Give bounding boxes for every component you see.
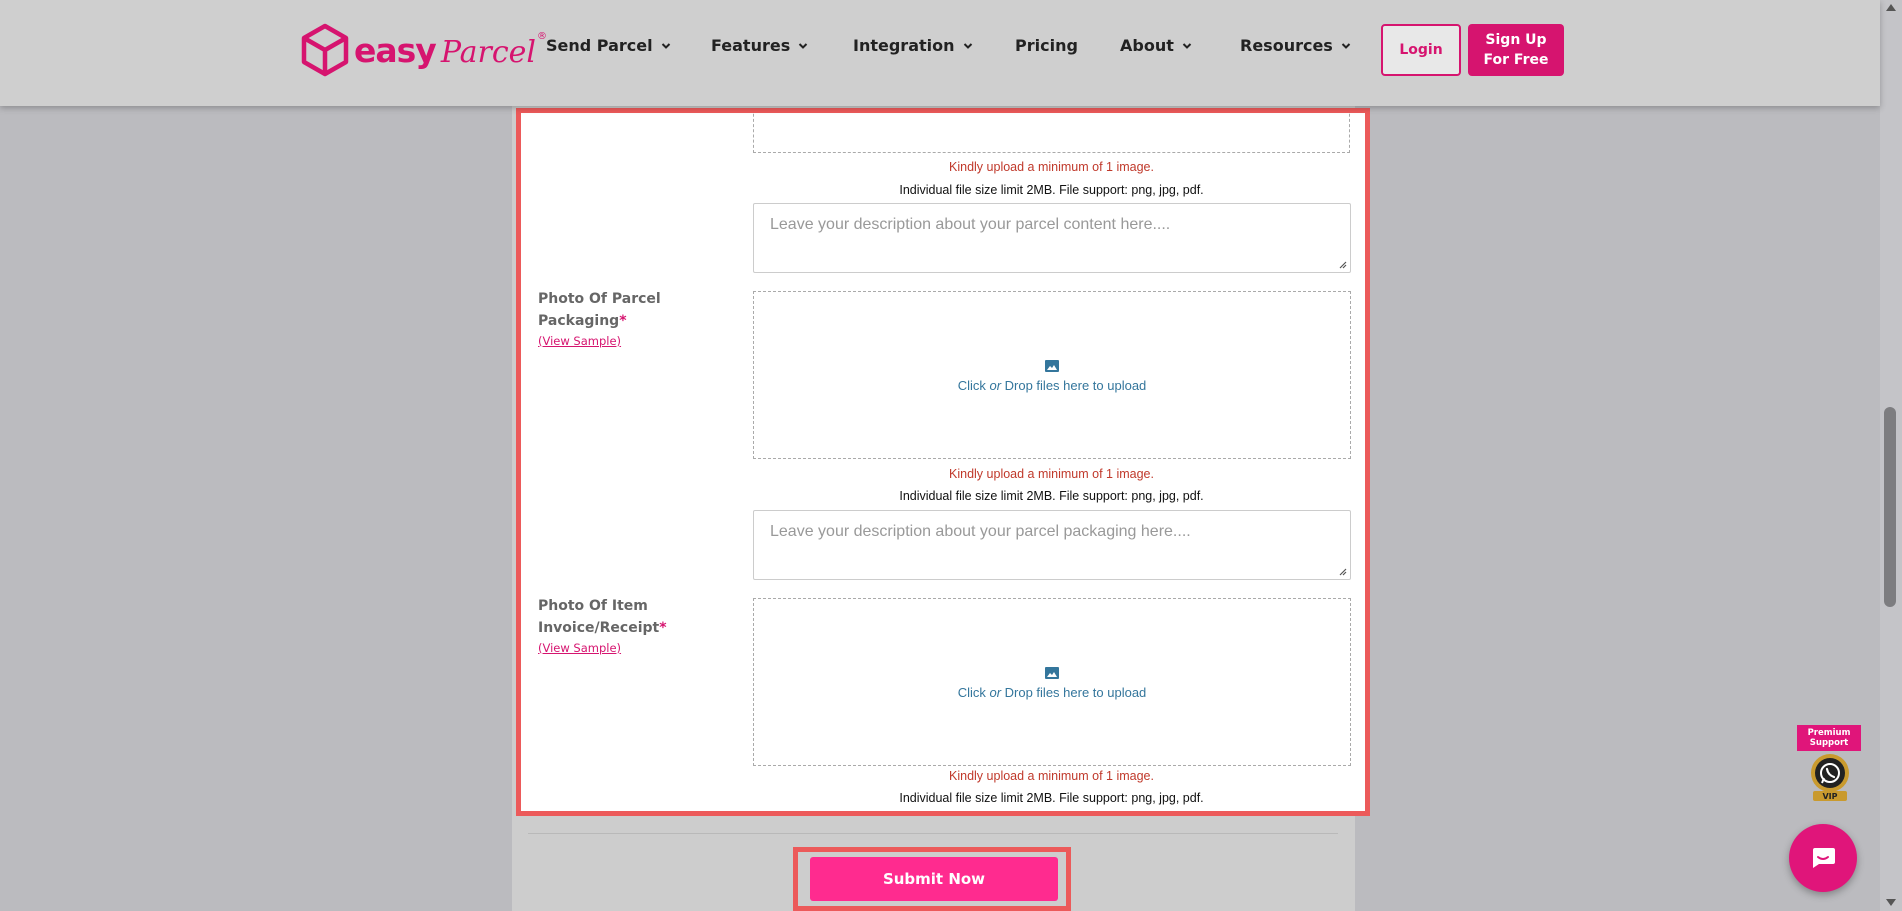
nav-label: Send Parcel [546, 36, 653, 55]
chat-button[interactable] [1789, 824, 1857, 892]
packaging-label-line1: Photo Of Parcel [538, 291, 661, 307]
premium-line1: Premium [1807, 728, 1851, 738]
invoice-hint-limit: Individual file size limit 2MB. File sup… [899, 791, 1204, 805]
scroll-down-arrow-icon[interactable] [1885, 898, 1897, 908]
whatsapp-vip-badge-icon: VIP [1811, 754, 1849, 801]
form-divider [528, 833, 1338, 834]
content-hint-min: Kindly upload a minimum of 1 image. [949, 160, 1154, 174]
premium-support-tag: Premium Support [1797, 725, 1861, 751]
packaging-label-line2: Packaging [538, 313, 620, 329]
nav-label: Integration [853, 36, 955, 55]
easyparcel-logo[interactable]: easy Parcel ® [300, 22, 547, 78]
chevron-down-icon [799, 42, 808, 49]
packaging-hint-limit: Individual file size limit 2MB. File sup… [899, 489, 1204, 503]
chevron-down-icon [1182, 42, 1192, 49]
nav-about[interactable]: About [1120, 36, 1192, 55]
chevron-down-icon [1341, 42, 1351, 49]
nav-label: Pricing [1015, 36, 1078, 55]
box-logo-icon [301, 23, 349, 77]
nav-features[interactable]: Features [711, 36, 808, 55]
signup-button[interactable]: Sign Up For Free [1468, 24, 1564, 76]
nav-pricing[interactable]: Pricing [1015, 36, 1078, 55]
chevron-down-icon [963, 42, 972, 49]
invoice-upload-text: Click or Drop files here to upload [957, 685, 1147, 700]
nav-label: Resources [1240, 36, 1333, 55]
login-button[interactable]: Login [1381, 24, 1461, 76]
signup-line-1: Sign Up [1485, 32, 1547, 48]
scroll-up-arrow-icon[interactable] [1885, 2, 1897, 12]
invoice-label-line2: Invoice/Receipt [538, 620, 660, 636]
image-icon [1045, 360, 1059, 372]
required-mark: * [619, 313, 627, 329]
packaging-label: Photo Of Parcel Packaging* [538, 288, 688, 332]
packaging-dropzone[interactable]: Click or Drop files here to upload [753, 291, 1351, 459]
parcel-content-dropzone[interactable] [753, 113, 1350, 153]
nav-resources[interactable]: Resources [1240, 36, 1351, 55]
invoice-label-line1: Photo Of Item [538, 598, 648, 614]
resize-grip-icon[interactable] [1338, 260, 1347, 269]
premium-support-widget[interactable]: Premium Support VIP [1797, 725, 1861, 805]
invoice-hint-min: Kindly upload a minimum of 1 image. [949, 769, 1154, 783]
content-hint-limit: Individual file size limit 2MB. File sup… [899, 183, 1204, 197]
chat-bubble-icon [1813, 848, 1835, 868]
content-description-placeholder: Leave your description about your parcel… [770, 216, 1171, 233]
vip-badge-text: VIP [1822, 792, 1837, 801]
submit-button[interactable]: Submit Now [810, 857, 1058, 901]
packaging-upload-text: Click or Drop files here to upload [957, 378, 1147, 393]
packaging-view-sample-link[interactable]: (View Sample) [538, 334, 621, 348]
packaging-hint-min: Kindly upload a minimum of 1 image. [949, 467, 1154, 481]
packaging-description-textarea[interactable]: Leave your description about your parcel… [753, 510, 1351, 580]
nav-send-parcel[interactable]: Send Parcel [546, 36, 671, 55]
image-icon [1045, 667, 1059, 679]
content-description-textarea[interactable]: Leave your description about your parcel… [753, 203, 1351, 273]
site-header: easy Parcel ® Send Parcel Features Integ… [0, 0, 1880, 106]
chevron-down-icon [661, 42, 670, 49]
nav-integration[interactable]: Integration [853, 36, 973, 55]
nav-label: Features [711, 36, 791, 55]
premium-line2: Support [1809, 738, 1849, 748]
invoice-dropzone[interactable]: Click or Drop files here to upload [753, 598, 1351, 766]
logo-text-easy: easy [354, 30, 437, 70]
invoice-label: Photo Of Item Invoice/Receipt* [538, 595, 688, 639]
upload-form-panel: Kindly upload a minimum of 1 image. Indi… [516, 108, 1370, 816]
resize-grip-icon[interactable] [1338, 567, 1347, 576]
signup-line-2: For Free [1483, 52, 1549, 68]
required-mark: * [659, 620, 667, 636]
packaging-description-placeholder: Leave your description about your parcel… [770, 523, 1191, 540]
page-scrollbar[interactable] [1880, 0, 1902, 911]
invoice-view-sample-link[interactable]: (View Sample) [538, 641, 621, 655]
scroll-thumb[interactable] [1884, 407, 1896, 607]
nav-label: About [1120, 36, 1174, 55]
logo-text-parcel: Parcel [440, 34, 537, 70]
